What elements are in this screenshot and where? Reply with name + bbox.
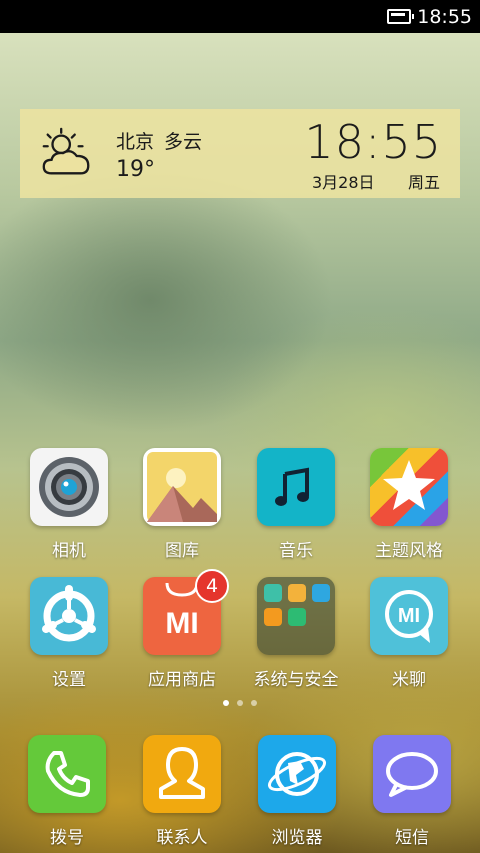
app-label: 系统与安全: [253, 670, 339, 690]
app-themes[interactable]: 主题风格: [354, 448, 464, 561]
partly-cloudy-icon: [42, 127, 90, 175]
shield-mini-icon: [288, 608, 306, 626]
widget-clock-time: 18:55: [304, 115, 442, 169]
page-dot[interactable]: [251, 700, 257, 706]
page-indicator[interactable]: [0, 700, 480, 706]
app-label: 主题风格: [375, 541, 443, 561]
theme-icon: [370, 448, 448, 526]
app-miliao[interactable]: MI 米聊: [354, 577, 464, 690]
dock-dialer[interactable]: 拨号: [12, 735, 122, 848]
browser-icon: [258, 735, 336, 813]
music-icon: [257, 448, 335, 526]
weather-temperature: 19°: [116, 157, 155, 182]
settings-icon: [30, 577, 108, 655]
miliao-icon: MI: [370, 577, 448, 655]
cleaner-mini-icon: [264, 584, 282, 602]
lock-mini-icon: [288, 584, 306, 602]
app-store-logo-text: MI: [165, 607, 198, 640]
app-music[interactable]: 音乐: [241, 448, 351, 561]
app-label: 音乐: [279, 541, 313, 561]
app-label: 浏览器: [271, 828, 323, 848]
weather-clock-widget[interactable]: 北京 多云 19° 18:55 3月28日 周五: [20, 109, 460, 198]
app-label: 短信: [395, 828, 429, 848]
app-gallery[interactable]: 图库: [127, 448, 237, 561]
miliao-logo-text: MI: [398, 605, 420, 627]
folder-icon: [257, 577, 335, 655]
app-label: 拨号: [50, 828, 84, 848]
messages-icon: [373, 735, 451, 813]
page-dot[interactable]: [237, 700, 243, 706]
dock-contacts[interactable]: 联系人: [127, 735, 237, 848]
status-bar: 18:55: [0, 0, 480, 33]
gallery-icon: [143, 448, 221, 526]
weather-city: 北京: [116, 131, 155, 153]
app-label: 联系人: [156, 828, 208, 848]
battery-icon: [387, 9, 415, 24]
contacts-icon: [143, 735, 221, 813]
widget-weekday: 周五: [408, 173, 441, 192]
app-camera[interactable]: 相机: [14, 448, 124, 561]
dock-browser[interactable]: 浏览器: [242, 735, 352, 848]
phone-icon: [28, 735, 106, 813]
app-settings[interactable]: 设置: [14, 577, 124, 690]
camera-icon: [30, 448, 108, 526]
cloud-mini-icon: [312, 584, 330, 602]
widget-date: 3月28日: [312, 173, 375, 192]
app-label: 米聊: [392, 670, 426, 690]
app-store[interactable]: 4 MI 应用商店: [127, 569, 237, 690]
weather-condition: 多云: [164, 131, 203, 153]
folder-system-security[interactable]: 系统与安全: [241, 577, 351, 690]
smile-mini-icon: [264, 608, 282, 626]
app-label: 相机: [52, 541, 86, 561]
dock-messages[interactable]: 短信: [357, 735, 467, 848]
app-label: 应用商店: [148, 670, 216, 690]
app-label: 图库: [165, 541, 199, 561]
page-dot[interactable]: [223, 700, 229, 706]
status-time: 18:55: [417, 5, 472, 28]
notification-badge: 4: [195, 569, 229, 603]
app-label: 设置: [52, 670, 86, 690]
